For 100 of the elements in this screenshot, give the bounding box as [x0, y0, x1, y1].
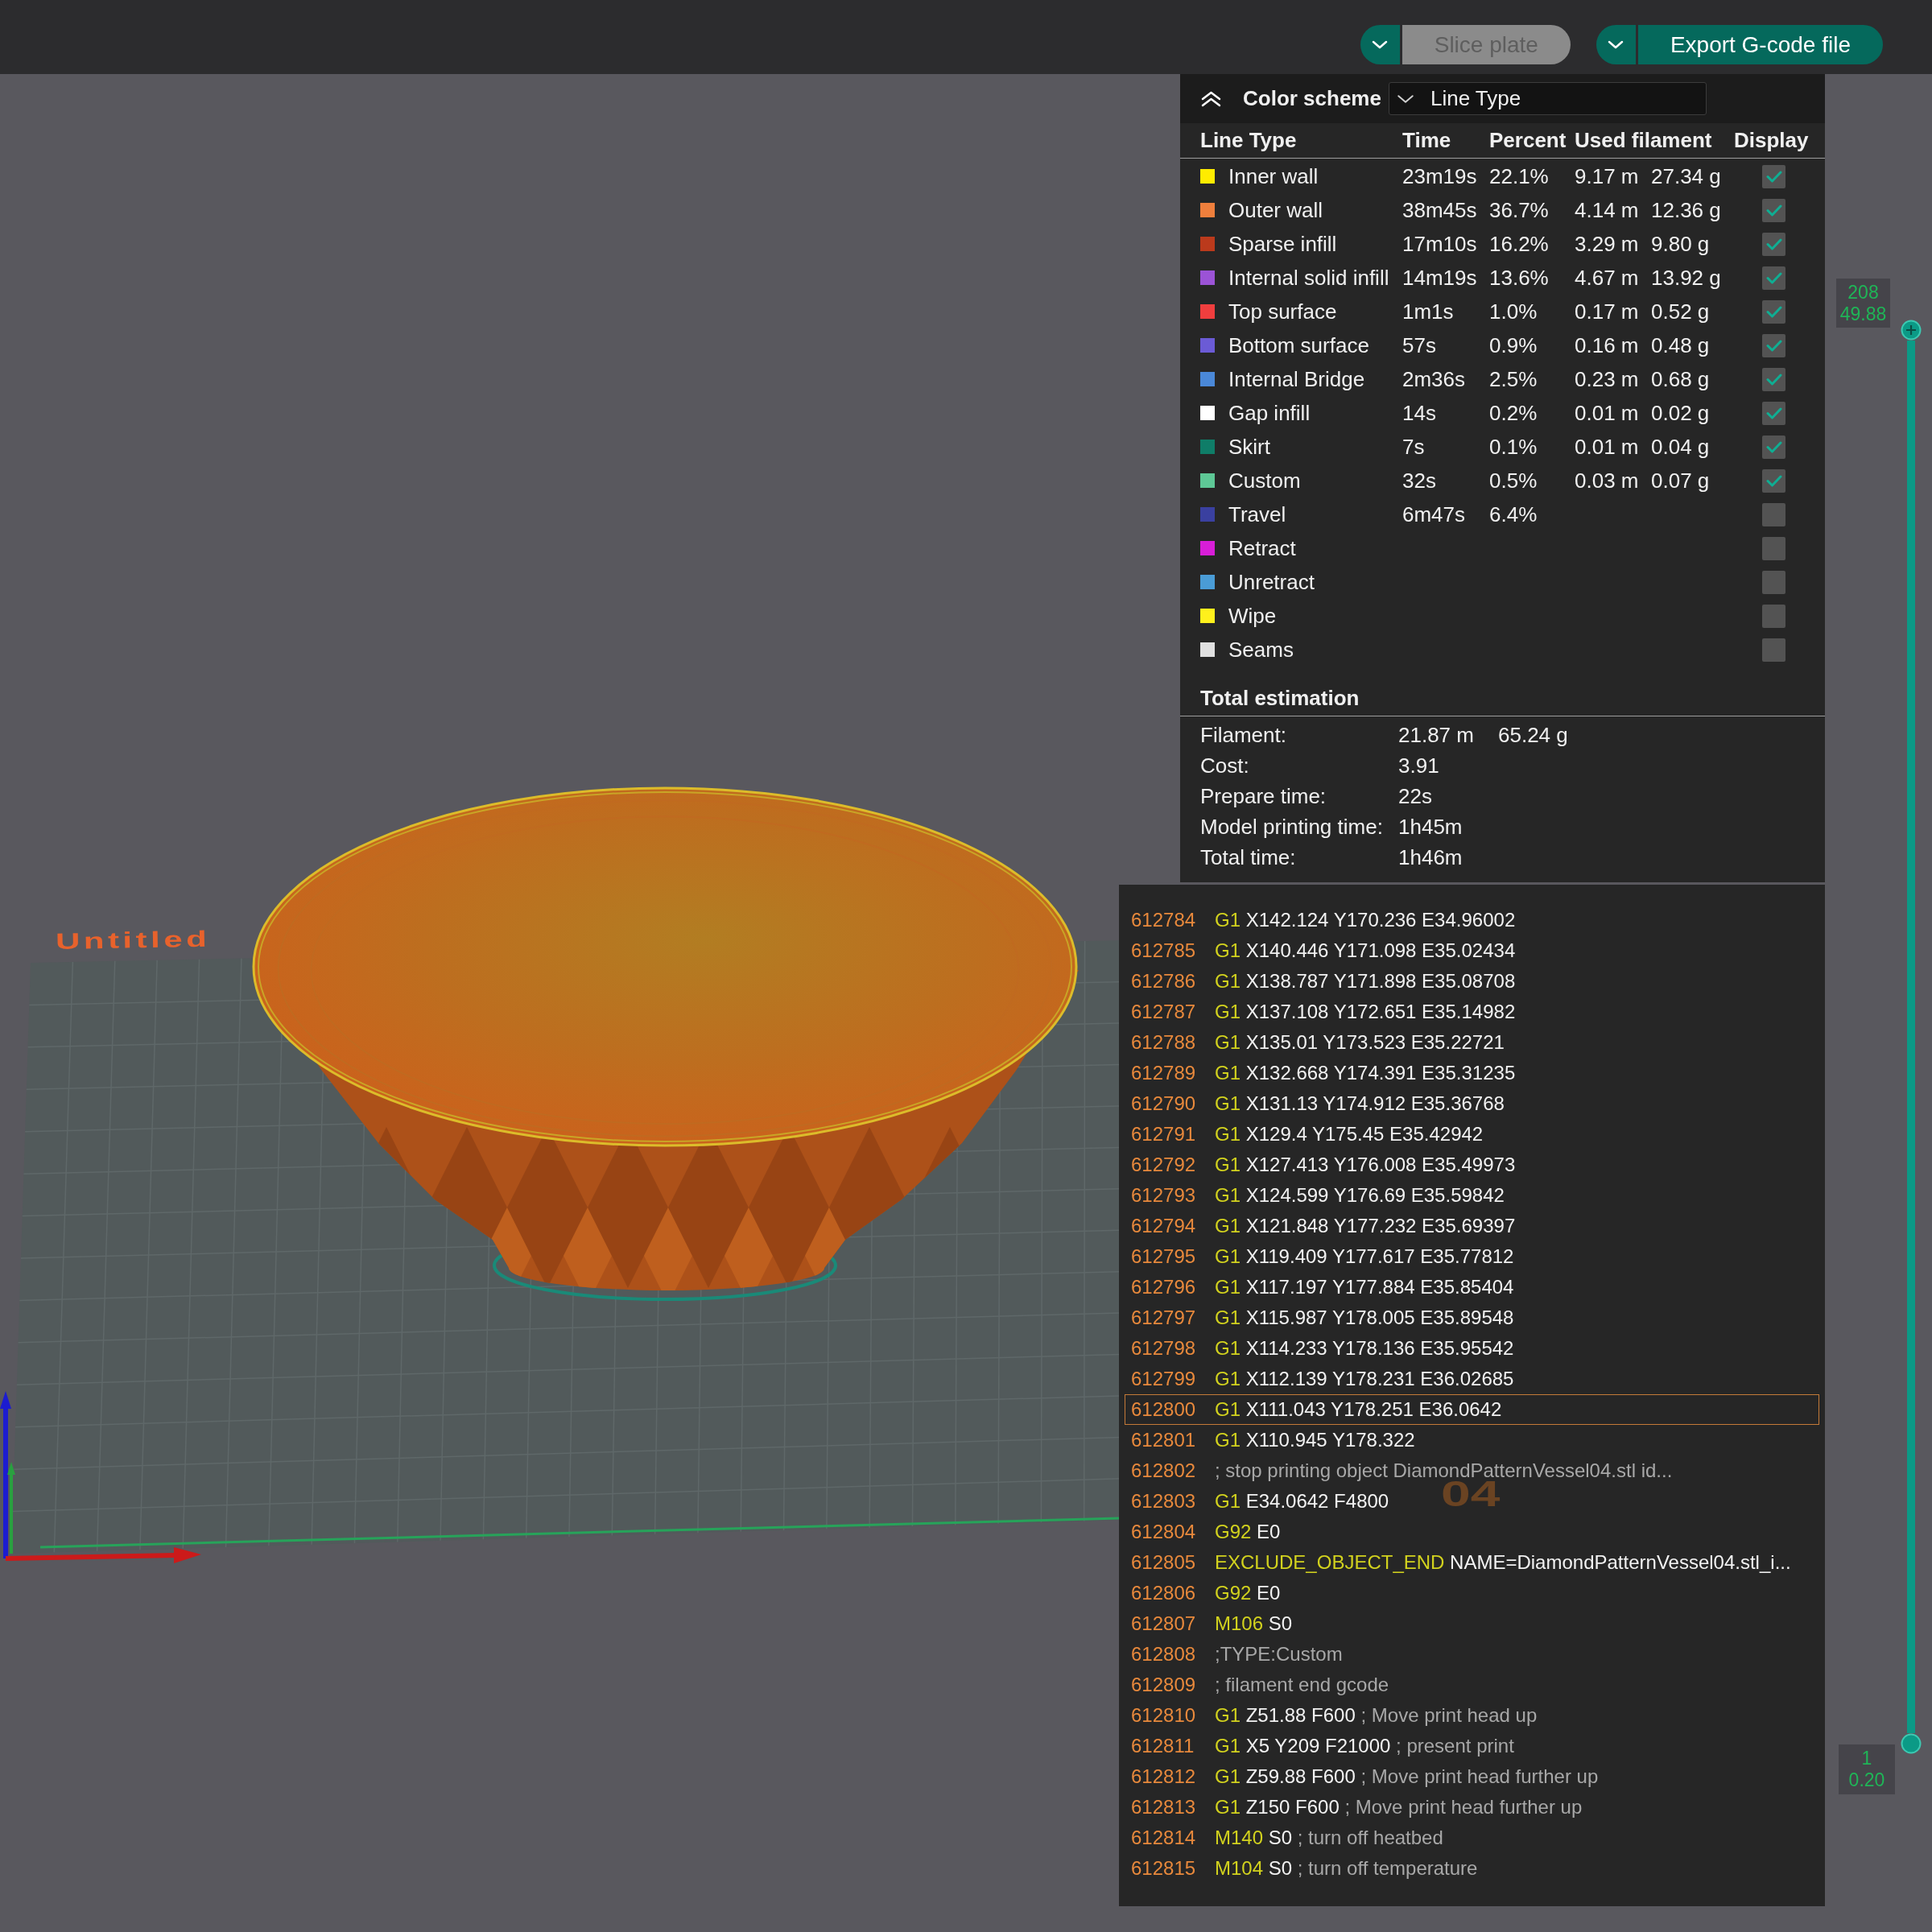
slider-handle[interactable]: [1901, 320, 1922, 341]
gcode-text: G1 X132.668 Y174.391 E35.31235: [1215, 1061, 1516, 1085]
time-value: 6m47s: [1402, 501, 1467, 528]
collapse-button[interactable]: [1200, 89, 1222, 108]
color-scheme-dropdown[interactable]: Line Type: [1388, 82, 1707, 115]
check-icon: [1765, 373, 1782, 386]
action-button[interactable]: Export G-code file: [1637, 25, 1883, 64]
check-icon: [1765, 440, 1782, 453]
weight-value: 0.48 g: [1651, 332, 1711, 359]
line-type-label: Unretract: [1228, 568, 1315, 596]
gcode-text: G1 X131.13 Y174.912 E35.36768: [1215, 1092, 1505, 1116]
line-number: 612810: [1131, 1703, 1197, 1728]
dropdown-button[interactable]: [1596, 25, 1636, 64]
length-value: 4.67 m: [1575, 264, 1640, 291]
weight-value: 13.92 g: [1651, 264, 1722, 291]
column-header: Used filament: [1575, 127, 1713, 154]
display-checkbox[interactable]: [1762, 266, 1785, 290]
display-checkbox[interactable]: [1762, 536, 1785, 560]
display-checkbox[interactable]: [1762, 570, 1785, 594]
display-checkbox[interactable]: [1762, 401, 1785, 425]
check-icon: [1765, 237, 1782, 250]
line-number: 612802: [1131, 1459, 1197, 1483]
gcode-text: ; filament end gcode: [1215, 1673, 1389, 1697]
weight-value: 0.68 g: [1651, 365, 1711, 393]
plate-name-label: Untitled: [55, 927, 211, 953]
line-number: 612790: [1131, 1092, 1197, 1116]
gcode-text: G1 X129.4 Y175.45 E35.42942: [1215, 1122, 1484, 1146]
percent-value: 6.4%: [1489, 501, 1538, 528]
layer-number: 1: [1861, 1748, 1872, 1769]
weight-value: 9.80 g: [1651, 230, 1711, 258]
line-type-label: Internal solid infill: [1228, 264, 1389, 291]
length-value: 0.16 m: [1575, 332, 1640, 359]
stat-value: 65.24 g: [1498, 722, 1569, 749]
display-checkbox[interactable]: [1762, 164, 1785, 188]
check-icon: [1765, 170, 1782, 183]
line-number: 612806: [1131, 1581, 1197, 1605]
column-header: Display: [1734, 127, 1810, 154]
display-checkbox[interactable]: [1762, 198, 1785, 222]
display-checkbox[interactable]: [1762, 604, 1785, 628]
percent-value: 0.5%: [1489, 467, 1538, 494]
dropdown-button[interactable]: [1360, 25, 1400, 64]
display-checkbox[interactable]: [1762, 367, 1785, 391]
gcode-text: G1 X140.446 Y171.098 E35.02434: [1215, 939, 1516, 963]
length-value: 0.23 m: [1575, 365, 1640, 393]
chevron-down-icon: [1396, 93, 1414, 104]
percent-value: 2.5%: [1489, 365, 1538, 393]
line-number: 612788: [1131, 1030, 1197, 1055]
check-icon: [1765, 204, 1782, 217]
gcode-text: G1 Z51.88 F600 ; Move print head up: [1215, 1703, 1538, 1728]
gcode-text: G1 X137.108 Y172.651 E35.14982: [1215, 1000, 1516, 1024]
line-number: 612787: [1131, 1000, 1197, 1024]
line-number: 612791: [1131, 1122, 1197, 1146]
line-type-label: Travel: [1228, 501, 1286, 528]
display-checkbox[interactable]: [1762, 333, 1785, 357]
gcode-text: G92 E0: [1215, 1581, 1281, 1605]
stat-label: Model printing time:: [1200, 814, 1384, 840]
weight-value: 27.34 g: [1651, 163, 1722, 190]
stat-value: 21.87 m: [1398, 722, 1475, 749]
column-header: Time: [1402, 127, 1452, 154]
stat-label: Total time:: [1200, 844, 1297, 871]
percent-value: 0.2%: [1489, 399, 1538, 427]
check-icon: [1765, 339, 1782, 352]
gcode-text: G92 E0: [1215, 1520, 1281, 1544]
display-checkbox[interactable]: [1762, 299, 1785, 324]
display-checkbox[interactable]: [1762, 502, 1785, 526]
time-value: 14s: [1402, 399, 1437, 427]
percent-value: 13.6%: [1489, 264, 1550, 291]
line-number: 612798: [1131, 1336, 1197, 1360]
gcode-text: G1 X112.139 Y178.231 E36.02685: [1215, 1367, 1514, 1391]
line-type-label: Bottom surface: [1228, 332, 1369, 359]
gcode-text: G1 Z59.88 F600 ; Move print head further up: [1215, 1765, 1599, 1789]
length-value: 0.01 m: [1575, 399, 1640, 427]
gcode-text: G1 X111.043 Y178.251 E36.0642: [1215, 1397, 1502, 1422]
check-icon: [1765, 407, 1782, 419]
line-type-label: Internal Bridge: [1228, 365, 1365, 393]
line-type-label: Outer wall: [1228, 196, 1323, 224]
display-checkbox[interactable]: [1762, 638, 1785, 662]
layer-slider-track[interactable]: [1907, 341, 1915, 1733]
line-number: 612805: [1131, 1550, 1197, 1575]
gcode-text: G1 X138.787 Y171.898 E35.08708: [1215, 969, 1516, 993]
display-checkbox[interactable]: [1762, 435, 1785, 459]
time-value: 14m19s: [1402, 264, 1478, 291]
line-number: 612789: [1131, 1061, 1197, 1085]
time-value: 2m36s: [1402, 365, 1467, 393]
display-checkbox[interactable]: [1762, 232, 1785, 256]
weight-value: 0.04 g: [1651, 433, 1711, 460]
gcode-text: G1 X124.599 Y176.69 E35.59842: [1215, 1183, 1505, 1208]
gcode-text: G1 X114.233 Y178.136 E35.95542: [1215, 1336, 1514, 1360]
stat-value: 1h45m: [1398, 814, 1463, 840]
display-checkbox[interactable]: [1762, 469, 1785, 493]
gcode-text: G1 X115.987 Y178.005 E35.89548: [1215, 1306, 1514, 1330]
gcode-text: G1 X127.413 Y176.008 E35.49973: [1215, 1153, 1516, 1177]
length-value: 0.17 m: [1575, 298, 1640, 325]
percent-value: 16.2%: [1489, 230, 1550, 258]
slider-handle[interactable]: [1901, 1733, 1922, 1754]
stat-value: 1h46m: [1398, 844, 1463, 871]
length-value: 4.14 m: [1575, 196, 1640, 224]
line-number: 612784: [1131, 908, 1197, 932]
check-icon: [1765, 305, 1782, 318]
line-number: 612795: [1131, 1245, 1197, 1269]
